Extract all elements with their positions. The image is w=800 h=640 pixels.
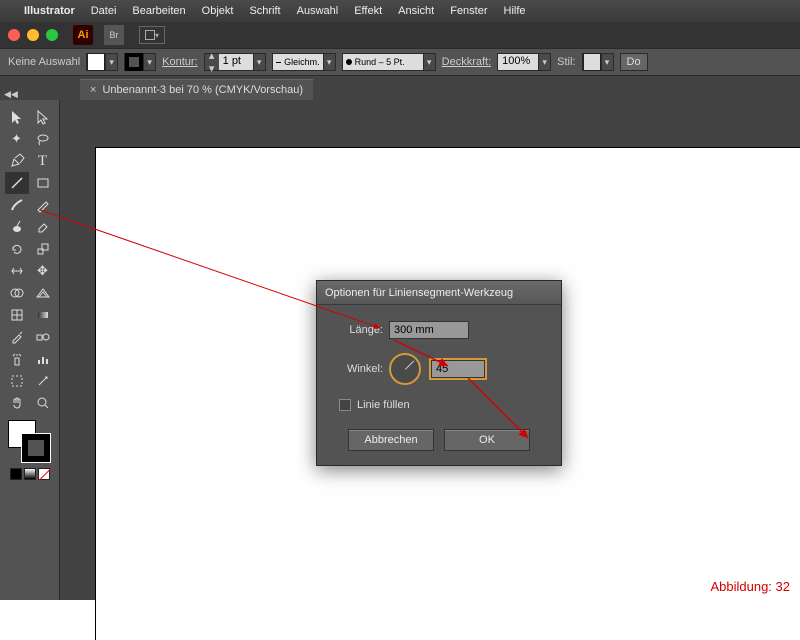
close-window-icon[interactable] bbox=[8, 29, 20, 41]
eraser-tool[interactable] bbox=[31, 216, 55, 238]
minimize-window-icon[interactable] bbox=[27, 29, 39, 41]
shape-builder-tool[interactable] bbox=[5, 282, 29, 304]
symbol-sprayer-tool[interactable] bbox=[5, 348, 29, 370]
menu-effekt[interactable]: Effekt bbox=[354, 5, 382, 17]
menu-fenster[interactable]: Fenster bbox=[450, 5, 487, 17]
control-bar: Keine Auswahl ▾ ▾ Kontur: ▴▾1 pt▾ Gleich… bbox=[0, 48, 800, 76]
rotate-tool[interactable] bbox=[5, 238, 29, 260]
menu-ansicht[interactable]: Ansicht bbox=[398, 5, 434, 17]
hand-tool[interactable] bbox=[5, 392, 29, 414]
brush-dropdown[interactable]: Rund – 5 Pt.▾ bbox=[342, 53, 436, 71]
angle-input[interactable]: 45 bbox=[431, 360, 485, 378]
angle-label: Winkel: bbox=[331, 363, 383, 375]
fill-line-label: Linie füllen bbox=[357, 399, 410, 411]
width-tool[interactable] bbox=[5, 260, 29, 282]
rectangle-tool[interactable] bbox=[31, 172, 55, 194]
scale-tool[interactable] bbox=[31, 238, 55, 260]
length-input[interactable]: 300 mm bbox=[389, 321, 469, 339]
color-mode-icon[interactable] bbox=[10, 468, 22, 480]
blob-brush-tool[interactable] bbox=[5, 216, 29, 238]
fill-swatch-dropdown[interactable]: ▾ bbox=[86, 53, 118, 71]
gradient-mode-icon[interactable] bbox=[24, 468, 36, 480]
window-titlebar: Ai Br ▾ bbox=[0, 22, 800, 48]
selection-tool[interactable] bbox=[5, 106, 29, 128]
ok-button[interactable]: OK bbox=[444, 429, 530, 451]
eyedropper-tool[interactable] bbox=[5, 326, 29, 348]
tools-panel: ✦ T ✥ bbox=[0, 100, 60, 600]
type-tool[interactable]: T bbox=[31, 150, 55, 172]
stroke-label: Kontur: bbox=[162, 56, 197, 68]
pencil-tool[interactable] bbox=[31, 194, 55, 216]
angle-wheel[interactable] bbox=[389, 353, 421, 385]
stroke-weight-stepper[interactable]: ▴▾1 pt▾ bbox=[204, 53, 266, 71]
fill-stroke-color-well[interactable] bbox=[8, 420, 52, 464]
document-setup-button[interactable]: Do bbox=[620, 53, 648, 71]
app-icon: Ai bbox=[73, 25, 93, 45]
cancel-button[interactable]: Abbrechen bbox=[348, 429, 434, 451]
tab-title: Unbenannt-3 bei 70 % (CMYK/Vorschau) bbox=[102, 84, 303, 96]
blend-tool[interactable] bbox=[31, 326, 55, 348]
fill-line-checkbox[interactable]: Linie füllen bbox=[339, 399, 547, 411]
artboard-tool[interactable] bbox=[5, 370, 29, 392]
paintbrush-tool[interactable] bbox=[5, 194, 29, 216]
magic-wand-tool[interactable]: ✦ bbox=[5, 128, 29, 150]
menu-objekt[interactable]: Objekt bbox=[202, 5, 234, 17]
menu-bearbeiten[interactable]: Bearbeiten bbox=[132, 5, 185, 17]
opacity-label: Deckkraft: bbox=[442, 56, 492, 68]
perspective-grid-tool[interactable] bbox=[31, 282, 55, 304]
arrange-documents-button[interactable]: ▾ bbox=[139, 26, 165, 44]
macos-menubar: Illustrator Datei Bearbeiten Objekt Schr… bbox=[0, 0, 800, 22]
zoom-window-icon[interactable] bbox=[46, 29, 58, 41]
line-segment-options-dialog: Optionen für Liniensegment-Werkzeug Läng… bbox=[316, 280, 562, 466]
stroke-swatch-dropdown[interactable]: ▾ bbox=[124, 53, 156, 71]
menu-hilfe[interactable]: Hilfe bbox=[504, 5, 526, 17]
document-tabs: ◀◀ × Unbenannt-3 bei 70 % (CMYK/Vorschau… bbox=[0, 76, 800, 100]
style-label: Stil: bbox=[557, 56, 575, 68]
close-tab-icon[interactable]: × bbox=[90, 84, 96, 96]
gradient-tool[interactable] bbox=[31, 304, 55, 326]
dialog-title[interactable]: Optionen für Liniensegment-Werkzeug bbox=[317, 281, 561, 305]
pen-tool[interactable] bbox=[5, 150, 29, 172]
direct-selection-tool[interactable] bbox=[31, 106, 55, 128]
opacity-field[interactable]: 100%▾ bbox=[497, 53, 551, 71]
free-transform-tool[interactable]: ✥ bbox=[31, 260, 55, 282]
zoom-tool[interactable] bbox=[31, 392, 55, 414]
none-mode-icon[interactable] bbox=[38, 468, 50, 480]
line-segment-tool[interactable] bbox=[5, 172, 29, 194]
app-name[interactable]: Illustrator bbox=[24, 5, 75, 17]
slice-tool[interactable] bbox=[31, 370, 55, 392]
selection-status: Keine Auswahl bbox=[8, 56, 80, 68]
variable-width-profile-dropdown[interactable]: Gleichm.▾ bbox=[272, 53, 336, 71]
mesh-tool[interactable] bbox=[5, 304, 29, 326]
stroke-color[interactable] bbox=[22, 434, 50, 462]
expand-panels-icon[interactable]: ◀◀ bbox=[4, 89, 18, 100]
style-dropdown[interactable]: ▾ bbox=[582, 53, 614, 71]
length-label: Länge: bbox=[331, 324, 383, 336]
menu-schrift[interactable]: Schrift bbox=[249, 5, 280, 17]
lasso-tool[interactable] bbox=[31, 128, 55, 150]
document-tab[interactable]: × Unbenannt-3 bei 70 % (CMYK/Vorschau) bbox=[80, 79, 313, 100]
menu-auswahl[interactable]: Auswahl bbox=[297, 5, 339, 17]
figure-caption: Abbildung: 32 bbox=[710, 579, 790, 594]
menu-datei[interactable]: Datei bbox=[91, 5, 117, 17]
checkbox-icon[interactable] bbox=[339, 399, 351, 411]
column-graph-tool[interactable] bbox=[31, 348, 55, 370]
bridge-icon[interactable]: Br bbox=[104, 25, 124, 45]
